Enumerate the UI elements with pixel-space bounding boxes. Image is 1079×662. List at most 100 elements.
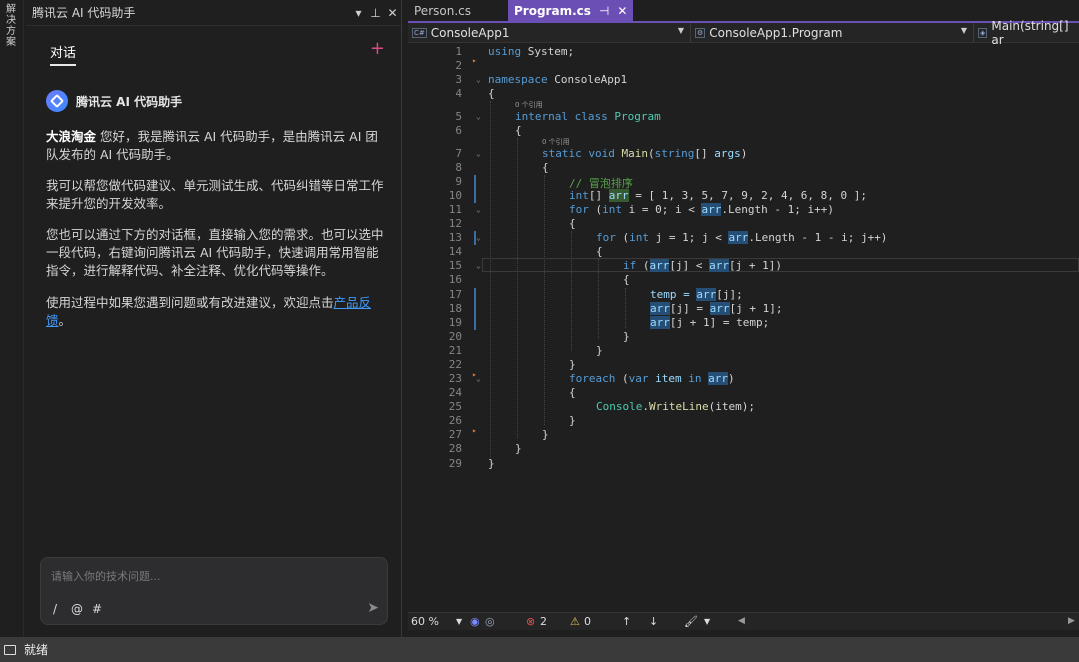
code-line: foreach (var item in arr) <box>569 372 735 385</box>
code-token: .Length - 1 - i; j++) <box>748 231 888 244</box>
output-icon[interactable] <box>4 644 16 655</box>
copilot-icon[interactable]: ◉ <box>470 615 480 628</box>
pin-icon[interactable]: ⊥ <box>367 6 384 20</box>
error-count[interactable]: 2 <box>540 615 547 628</box>
close-tab-icon[interactable]: ✕ <box>617 4 627 18</box>
code-token: for <box>569 203 589 216</box>
bot-header: 腾讯云 AI 代码助手 <box>46 90 182 112</box>
chevron-down-icon[interactable]: ▼ <box>704 617 710 626</box>
code-lens-refs[interactable]: 0 个引用 <box>542 137 570 147</box>
class-dropdown[interactable]: ⚙ ConsoleApp1.Program ▼ <box>691 23 974 42</box>
tab-dialog[interactable]: 对话 <box>50 42 77 66</box>
tab-program-cs[interactable]: Program.cs ⊣ ✕ <box>508 0 634 21</box>
indent-guide <box>517 138 518 438</box>
line-number: 9 <box>455 175 462 188</box>
code-line: { <box>596 245 603 258</box>
line-number: 7 <box>455 147 462 160</box>
code-token: int <box>602 203 622 216</box>
member-dropdown[interactable]: ◈ Main(string[] ar <box>974 19 1079 47</box>
fold-chevron-icon[interactable]: ⌄ <box>476 261 481 270</box>
hash-context-button[interactable]: # <box>92 602 102 616</box>
slash-command-button[interactable]: / <box>53 602 57 616</box>
code-line: static void Main(string[] args) <box>542 147 747 160</box>
warning-count[interactable]: 0 <box>584 615 591 628</box>
code-token: [] <box>588 189 609 202</box>
health-icon[interactable]: ◎ <box>485 615 495 628</box>
code-token: internal class <box>515 110 608 123</box>
code-token: arr <box>708 372 728 385</box>
greeting-name: 大浪淘金 <box>46 129 97 144</box>
line-number: 11 <box>448 203 462 216</box>
fold-chevron-icon[interactable]: ⌄ <box>476 149 481 158</box>
code-token: arr <box>701 203 722 216</box>
code-editor: Person.cs Program.cs ⊣ ✕ C# ConsoleApp1 … <box>408 0 1079 637</box>
scroll-right-icon[interactable]: ▶ <box>1068 616 1075 626</box>
code-line: int[] arr = [ 1, 3, 5, 7, 9, 2, 4, 6, 8,… <box>569 189 867 202</box>
line-number: 2 <box>455 59 462 72</box>
brush-icon[interactable]: 🖌 <box>684 615 698 628</box>
code-token: var <box>628 372 649 385</box>
feedback-suffix: 。 <box>58 313 72 328</box>
code-line: } <box>542 428 549 441</box>
fold-chevron-icon[interactable]: ⌄ <box>476 374 481 383</box>
code-token: arr <box>649 259 670 272</box>
editor-status-bar: 60 % ▼ ◉ ◎ ⊗ 2 ⚠ 0 ↑ ↓ 🖌 ▼ ◀ ▶ <box>408 612 1079 630</box>
line-number: 21 <box>448 344 462 357</box>
new-chat-plus-icon[interactable]: + <box>370 38 385 59</box>
marker-icon: ▸ <box>472 426 477 435</box>
error-icon[interactable]: ⊗ <box>526 615 535 628</box>
code-line: { <box>542 161 549 174</box>
tab-person-label: Person.cs <box>414 3 471 18</box>
zoom-level[interactable]: 60 % <box>411 615 439 628</box>
tab-person-cs[interactable]: Person.cs <box>408 0 508 21</box>
chevron-down-icon[interactable]: ▼ <box>456 617 462 626</box>
code-line: } <box>569 414 576 427</box>
code-lens-refs[interactable]: 0 个引用 <box>515 100 543 110</box>
line-number: 18 <box>448 302 462 315</box>
code-line: if (arr[j] < arr[j + 1]) <box>623 259 782 272</box>
fold-chevron-icon[interactable]: ⌄ <box>476 112 481 121</box>
fold-chevron-icon[interactable]: ⌄ <box>476 205 481 214</box>
line-number: 29 <box>448 457 462 470</box>
code-token: Console <box>596 400 643 413</box>
code-line: for (int j = 1; j < arr.Length - 1 - i; … <box>596 231 888 244</box>
code-line: { <box>515 124 522 137</box>
send-icon[interactable]: ➤ <box>367 600 379 616</box>
fold-chevron-icon[interactable]: ⌄ <box>476 233 481 242</box>
arrow-up-icon[interactable]: ↑ <box>622 615 631 628</box>
tab-program-label: Program.cs <box>514 3 591 18</box>
warning-icon[interactable]: ⚠ <box>570 615 580 628</box>
message-greeting: 大浪淘金 您好，我是腾讯云 AI 代码助手，是由腾讯云 AI 团队发布的 AI … <box>46 128 386 164</box>
code-token: [j] = <box>669 302 710 315</box>
code-token: static void <box>542 147 615 160</box>
project-dropdown[interactable]: C# ConsoleApp1 ▼ <box>408 23 691 42</box>
code-area[interactable]: 1 2 3 4 5 6 7 8 9 10 11 12 13 14 15 16 1… <box>408 44 1079 612</box>
at-mention-button[interactable]: @ <box>71 602 83 616</box>
code-token: namespace <box>488 73 548 86</box>
change-bar <box>474 175 476 203</box>
solution-explorer-strip[interactable]: 解决方案 <box>0 0 24 637</box>
chat-input-placeholder[interactable]: 请输入你的技术问题... <box>51 568 161 584</box>
fold-chevron-icon[interactable]: ⌄ <box>476 75 481 84</box>
code-line: } <box>623 330 630 343</box>
code-token: [] <box>694 147 715 160</box>
app-status-bar: 就绪 <box>0 637 1079 662</box>
code-token: arr <box>608 189 629 202</box>
marker-icon: ▸ <box>472 56 477 65</box>
line-number: 17 <box>448 288 462 301</box>
pin-tab-icon[interactable]: ⊣ <box>599 4 609 18</box>
close-icon[interactable]: ✕ <box>384 6 401 20</box>
solution-explorer-label[interactable]: 解决方案 <box>6 4 18 48</box>
arrow-down-icon[interactable]: ↓ <box>649 615 658 628</box>
code-line: namespace ConsoleApp1 <box>488 73 627 86</box>
line-number: 14 <box>448 245 462 258</box>
chat-input-box[interactable]: 请输入你的技术问题... / @ # ➤ <box>40 557 388 625</box>
scroll-left-icon[interactable]: ◀ <box>738 616 745 626</box>
code-line: for (int i = 0; i < arr.Length - 1; i++) <box>569 203 834 216</box>
message-capabilities: 我可以帮您做代码建议、单元测试生成、代码纠错等日常工作来提升您的开发效率。 <box>46 178 384 211</box>
chevron-down-icon[interactable]: ▾ <box>350 6 367 20</box>
line-number: 10 <box>448 189 462 202</box>
code-line: arr[j] = arr[j + 1]; <box>650 302 782 315</box>
code-token: in <box>688 372 702 385</box>
change-bar <box>474 288 476 330</box>
